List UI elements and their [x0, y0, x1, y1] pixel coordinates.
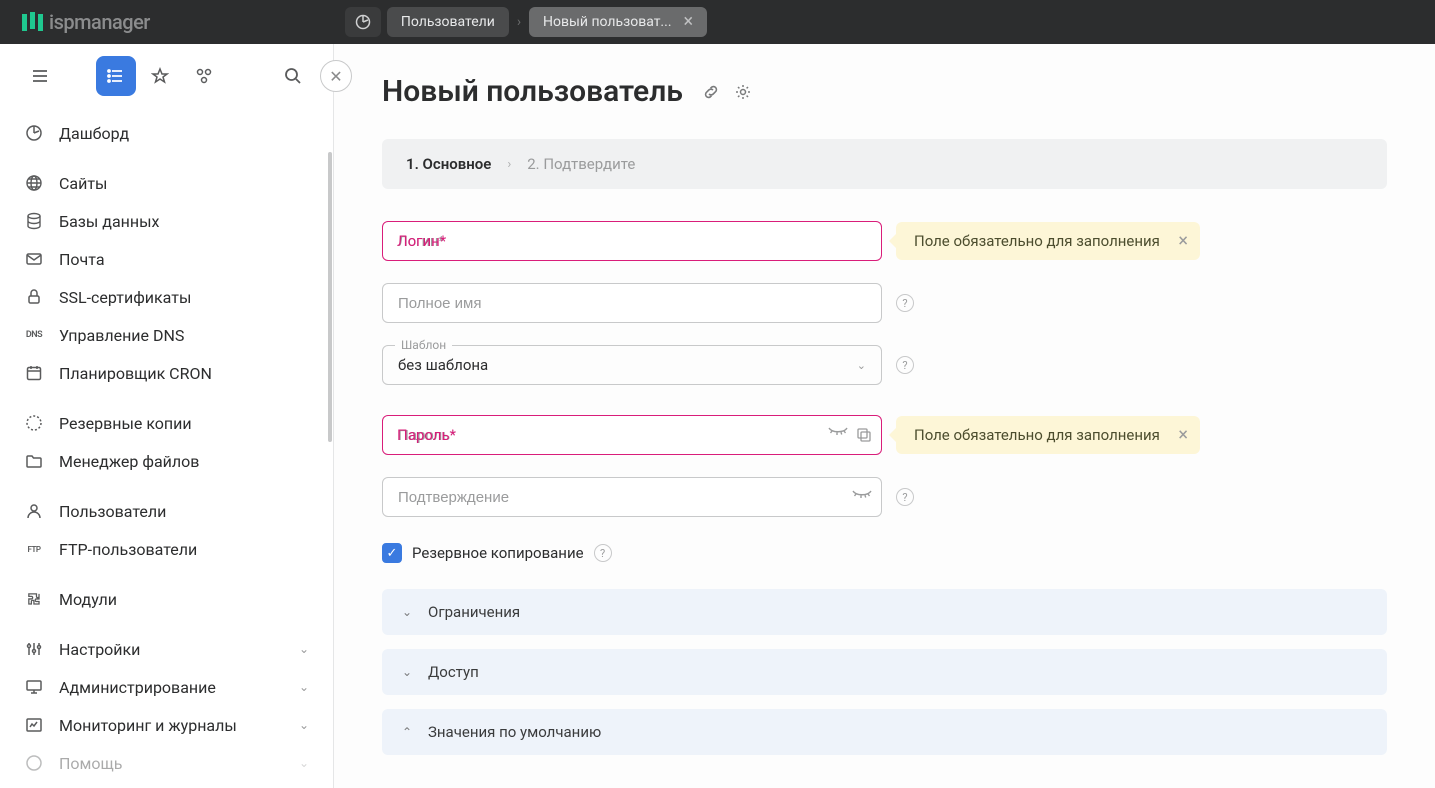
ftp-icon: FTP: [24, 539, 44, 559]
generate-icon[interactable]: [856, 427, 872, 443]
nav-admin[interactable]: Администрирование ⌄: [8, 668, 325, 706]
breadcrumb-tabs: Пользователи › Новый пользоват... ×: [345, 7, 707, 37]
breadcrumb-separator: ›: [517, 14, 521, 30]
nav-files[interactable]: Менеджер файлов: [8, 442, 325, 480]
nav-modules[interactable]: Модули: [8, 580, 325, 618]
nav-backups[interactable]: Резервные копии: [8, 404, 325, 442]
chevron-up-icon: ⌃: [402, 725, 414, 739]
nav-mail[interactable]: Почта: [8, 240, 325, 278]
mail-icon: [24, 249, 44, 269]
dashboard-icon: [24, 123, 44, 143]
app-name: ispmanager: [49, 10, 150, 34]
collapsible-defaults[interactable]: ⌃ Значения по умолчанию: [382, 709, 1387, 755]
confirm-password-input[interactable]: [382, 477, 882, 517]
chevron-down-icon: ⌄: [299, 756, 309, 770]
dashboard-tab-icon[interactable]: [345, 7, 381, 37]
nav-help[interactable]: Помощь ⌄: [8, 744, 325, 782]
view-list-toggle[interactable]: [96, 56, 136, 96]
close-icon[interactable]: ×: [684, 13, 694, 31]
close-icon[interactable]: ×: [1178, 231, 1188, 252]
panel-close-button[interactable]: ✕: [320, 60, 352, 92]
eye-icon[interactable]: [828, 427, 848, 443]
login-input[interactable]: [382, 221, 882, 261]
collapsible-limits[interactable]: ⌄ Ограничения: [382, 589, 1387, 635]
step-1[interactable]: 1. Основное: [406, 155, 491, 173]
check-icon: ✓: [387, 546, 398, 561]
favorites-toggle[interactable]: [140, 56, 180, 96]
nav-cron[interactable]: Планировщик CRON: [8, 354, 325, 392]
folder-icon: [24, 451, 44, 471]
eye-icon[interactable]: [852, 490, 872, 504]
topbar: ispmanager Пользователи › Новый пользова…: [0, 0, 1435, 44]
modules-toggle[interactable]: [184, 56, 224, 96]
help-icon[interactable]: ?: [896, 488, 914, 506]
menu-toggle[interactable]: [20, 56, 60, 96]
nav-sites[interactable]: Сайты: [8, 164, 325, 202]
chevron-down-icon: ⌄: [402, 605, 414, 619]
step-2: 2. Подтвердите: [527, 155, 635, 173]
chevron-down-icon: ⌄: [299, 642, 309, 656]
nav-ftp-users[interactable]: FTP FTP-пользователи: [8, 530, 325, 568]
help-icon[interactable]: ?: [896, 356, 914, 374]
collapsible-access[interactable]: ⌄ Доступ: [382, 649, 1387, 695]
app-logo: ispmanager: [22, 10, 150, 34]
template-label: Шаблон: [395, 338, 452, 352]
chevron-down-icon: ⌄: [402, 665, 414, 679]
tab-new-user[interactable]: Новый пользоват... ×: [529, 7, 707, 37]
gear-icon[interactable]: [733, 82, 753, 102]
nav-dns[interactable]: DNS Управление DNS: [8, 316, 325, 354]
chevron-right-icon: ›: [507, 157, 511, 172]
dns-icon: DNS: [24, 325, 44, 345]
template-select[interactable]: Шаблон без шаблона ⌄: [382, 345, 882, 385]
nav-monitoring[interactable]: Мониторинг и журналы ⌄: [8, 706, 325, 744]
user-icon: [24, 501, 44, 521]
scrollbar-thumb[interactable]: [328, 152, 332, 442]
chevron-down-icon: ⌄: [857, 359, 866, 372]
nav-ssl[interactable]: SSL-сертификаты: [8, 278, 325, 316]
fullname-input[interactable]: [382, 283, 882, 323]
password-input[interactable]: [382, 415, 882, 455]
login-error-tip: Поле обязательно для заполнения ×: [896, 222, 1200, 260]
step-indicator: 1. Основное › 2. Подтвердите: [382, 139, 1387, 189]
sliders-icon: [24, 639, 44, 659]
backup-checkbox[interactable]: ✓: [382, 543, 402, 563]
puzzle-icon: [24, 589, 44, 609]
database-icon: [24, 211, 44, 231]
content-area: Новый пользователь 1. Основное › 2. Подт…: [334, 44, 1435, 788]
chevron-down-icon: ⌄: [299, 718, 309, 732]
tab-users[interactable]: Пользователи: [387, 7, 509, 37]
nav-dashboard[interactable]: Дашборд: [8, 114, 325, 152]
password-error-tip: Поле обязательно для заполнения ×: [896, 416, 1200, 454]
nav-databases[interactable]: Базы данных: [8, 202, 325, 240]
nav-settings[interactable]: Настройки ⌄: [8, 630, 325, 668]
nav-list: Дашборд Сайты Базы данных Почта SSL-серт…: [0, 108, 333, 788]
link-icon[interactable]: [701, 82, 721, 102]
close-icon[interactable]: ×: [1178, 425, 1188, 446]
backup-label: Резервное копирование: [412, 544, 584, 562]
backup-icon: [24, 413, 44, 433]
help-icon[interactable]: ?: [594, 544, 612, 562]
chevron-down-icon: ⌄: [299, 680, 309, 694]
nav-users[interactable]: Пользователи: [8, 492, 325, 530]
globe-icon: [24, 173, 44, 193]
help-icon[interactable]: ?: [896, 294, 914, 312]
help-icon: [24, 753, 44, 773]
sidebar: Дашборд Сайты Базы данных Почта SSL-серт…: [0, 44, 334, 788]
monitor-icon: [24, 677, 44, 697]
calendar-icon: [24, 363, 44, 383]
search-toggle[interactable]: [273, 56, 313, 96]
chart-icon: [24, 715, 44, 735]
lock-icon: [24, 287, 44, 307]
page-title: Новый пользователь: [382, 74, 683, 109]
